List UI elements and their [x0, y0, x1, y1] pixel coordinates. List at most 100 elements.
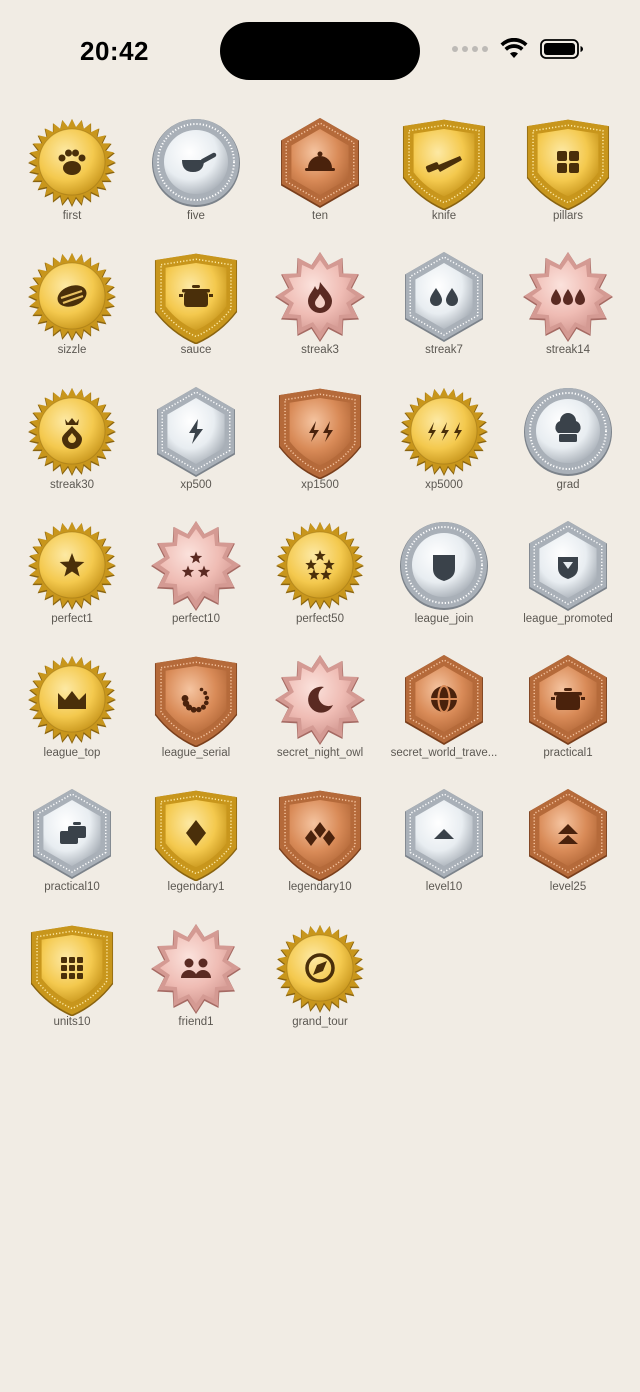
badge-label: league_promoted [523, 612, 613, 625]
badge-label: five [187, 210, 205, 222]
triple-drop-icon [551, 289, 585, 306]
badge-perfect50[interactable]: perfect50 [258, 517, 382, 651]
badge-medal [529, 520, 607, 611]
badge-label: ten [312, 210, 328, 222]
status-icons [452, 38, 584, 60]
badge-medal [278, 388, 362, 479]
badge-pillars[interactable]: pillars [506, 114, 630, 248]
badge-practical10[interactable]: practical10 [10, 785, 134, 919]
status-time: 20:42 [80, 36, 149, 66]
badge-grid: first five ten knife pillars sizzle sauce strea… [10, 114, 630, 1054]
badge-medal [28, 253, 116, 342]
badge-medal [276, 924, 364, 1013]
badge-sauce[interactable]: sauce [134, 248, 258, 382]
badge-medal [154, 791, 238, 882]
badge-medal [529, 655, 607, 746]
badge-label: perfect1 [51, 612, 93, 625]
badge-sizzle[interactable]: sizzle [10, 248, 134, 382]
badge-perfect10[interactable]: perfect10 [134, 517, 258, 651]
badge-medal [278, 791, 362, 882]
cellular-dots-icon [452, 46, 488, 52]
badge-label: legendary10 [288, 881, 352, 894]
badge-streak14[interactable]: streak14 [506, 248, 630, 382]
badge-medal [402, 119, 486, 210]
status-bar: 20:42 [0, 0, 640, 100]
badge-units10[interactable]: units10 [10, 920, 134, 1054]
badge-label: xp5000 [425, 478, 463, 491]
dynamic-island [220, 22, 420, 80]
badge-grand-tour[interactable]: grand_tour [258, 920, 382, 1054]
badge-label: practical10 [44, 881, 100, 894]
badge-streak30[interactable]: streak30 [10, 383, 134, 517]
badge-league-serial[interactable]: league_serial [134, 651, 258, 785]
badge-xp500[interactable]: xp500 [134, 383, 258, 517]
badge-label: sizzle [57, 344, 87, 357]
badge-label: xp1500 [301, 478, 339, 491]
badge-medal [28, 119, 116, 207]
badge-medal [281, 118, 359, 208]
badge-label: league_join [414, 612, 474, 625]
badge-ten[interactable]: ten [258, 114, 382, 248]
badge-label: legendary1 [167, 881, 225, 894]
badge-knife[interactable]: knife [382, 114, 506, 248]
badge-medal [154, 253, 238, 345]
badge-label: secret_night_owl [276, 747, 364, 760]
badge-level10[interactable]: level10 [382, 785, 506, 919]
badge-medal [154, 656, 238, 748]
badge-label: friend1 [178, 1015, 214, 1028]
badge-medal [275, 252, 365, 343]
badge-friend1[interactable]: friend1 [134, 920, 258, 1054]
badge-medal [28, 656, 116, 745]
badge-label: secret_world_trave... [390, 747, 498, 760]
badge-legendary1[interactable]: legendary1 [134, 785, 258, 919]
badge-label: league_top [43, 747, 101, 760]
badge-medal [405, 789, 483, 880]
badge-secret-night-owl[interactable]: secret_night_owl [258, 651, 382, 785]
badge-label: streak14 [545, 344, 591, 357]
badge-xp5000[interactable]: xp5000 [382, 383, 506, 517]
grid-nine-icon [61, 956, 83, 979]
badge-medal [405, 655, 483, 746]
badge-label: first [62, 210, 82, 222]
badge-first[interactable]: first [10, 114, 134, 248]
badge-medal [33, 789, 111, 880]
badge-medal [28, 387, 116, 476]
badge-medal [400, 387, 488, 476]
badge-xp1500[interactable]: xp1500 [258, 383, 382, 517]
badge-perfect1[interactable]: perfect1 [10, 517, 134, 651]
badge-league-promoted[interactable]: league_promoted [506, 517, 630, 651]
badge-league-join[interactable]: league_join [382, 517, 506, 651]
badge-label: units10 [53, 1015, 91, 1028]
badge-label: knife [431, 210, 457, 222]
badge-label: grand_tour [292, 1015, 348, 1028]
battery-icon [540, 39, 583, 59]
badge-legendary10[interactable]: legendary10 [258, 785, 382, 919]
badge-medal [152, 119, 240, 207]
badge-label: perfect50 [296, 612, 344, 625]
badge-medal [526, 119, 610, 210]
badge-label: practical1 [543, 747, 593, 760]
badge-level25[interactable]: level25 [506, 785, 630, 919]
badge-secret-world-trave[interactable]: secret_world_trave... [382, 651, 506, 785]
badge-label: grad [556, 478, 580, 491]
badge-label: streak3 [301, 344, 339, 357]
badge-medal [529, 789, 607, 880]
badge-label: level25 [549, 881, 587, 894]
badge-grad[interactable]: grad [506, 383, 630, 517]
badge-medal [30, 925, 114, 1016]
badge-medal [523, 252, 613, 343]
badge-league-top[interactable]: league_top [10, 651, 134, 785]
badge-label: streak30 [49, 478, 95, 491]
badge-streak3[interactable]: streak3 [258, 248, 382, 382]
badge-label: level10 [425, 881, 463, 894]
badge-label: streak7 [425, 344, 463, 357]
badge-medal [157, 386, 235, 477]
badge-medal [275, 655, 365, 746]
badge-label: league_serial [161, 747, 231, 760]
badge-practical1[interactable]: practical1 [506, 651, 630, 785]
badge-medal [28, 521, 116, 610]
badge-streak7[interactable]: streak7 [382, 248, 506, 382]
badge-five[interactable]: five [134, 114, 258, 248]
badge-medal [524, 387, 612, 476]
badge-label: pillars [552, 210, 584, 222]
